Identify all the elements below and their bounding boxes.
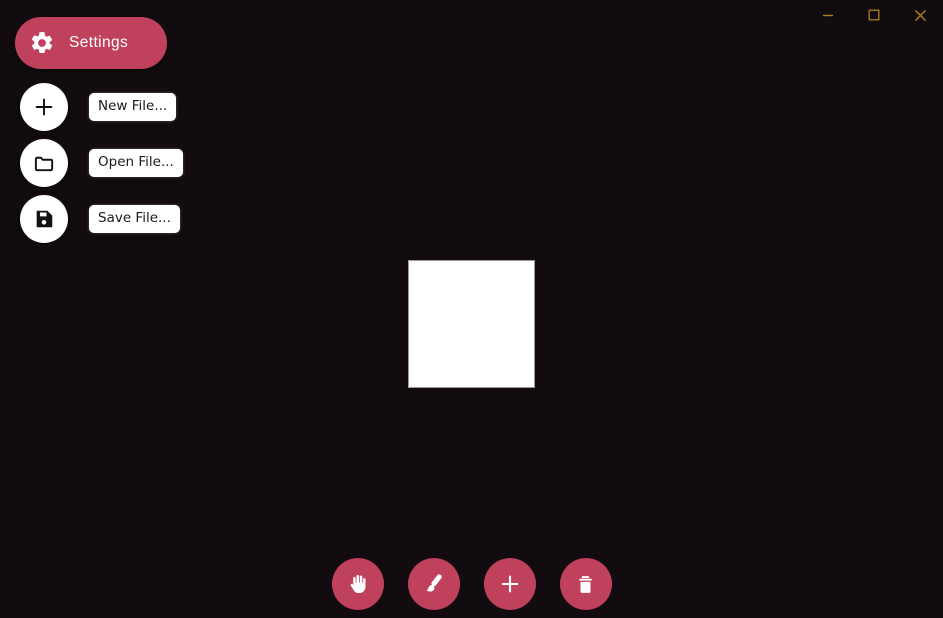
paintbrush-icon [422,572,446,596]
add-tool-button[interactable] [483,558,536,610]
open-file-button[interactable] [20,139,68,187]
canvas-page[interactable] [408,260,535,388]
new-file-button[interactable] [20,83,68,131]
speed-dial-action-new-file: New File... [0,83,177,131]
speed-dial-action-open-file: Open File... [0,139,183,187]
draw-tool-button[interactable] [407,558,460,610]
bottom-toolbar [0,556,943,612]
close-icon [914,9,927,22]
settings-label: Settings [69,34,129,52]
window-maximize-button[interactable] [851,0,897,30]
hand-icon [346,572,370,596]
speed-dial-action-save-file: Save File... [0,195,180,243]
window-minimize-button[interactable] [805,0,851,30]
trash-icon [574,573,597,596]
plus-icon [33,96,55,118]
save-file-label: Save File... [89,204,180,234]
floppy-disk-icon [33,208,55,230]
maximize-icon [868,9,880,21]
open-file-label: Open File... [89,148,183,178]
pan-tool-button[interactable] [331,558,384,610]
new-file-label: New File... [89,92,177,122]
title-bar [0,0,943,30]
folder-icon [33,152,56,175]
window-close-button[interactable] [897,0,943,30]
delete-tool-button[interactable] [559,558,612,610]
gear-icon [29,30,55,56]
minimize-icon [822,9,834,21]
save-file-button[interactable] [20,195,68,243]
plus-icon [498,572,522,596]
